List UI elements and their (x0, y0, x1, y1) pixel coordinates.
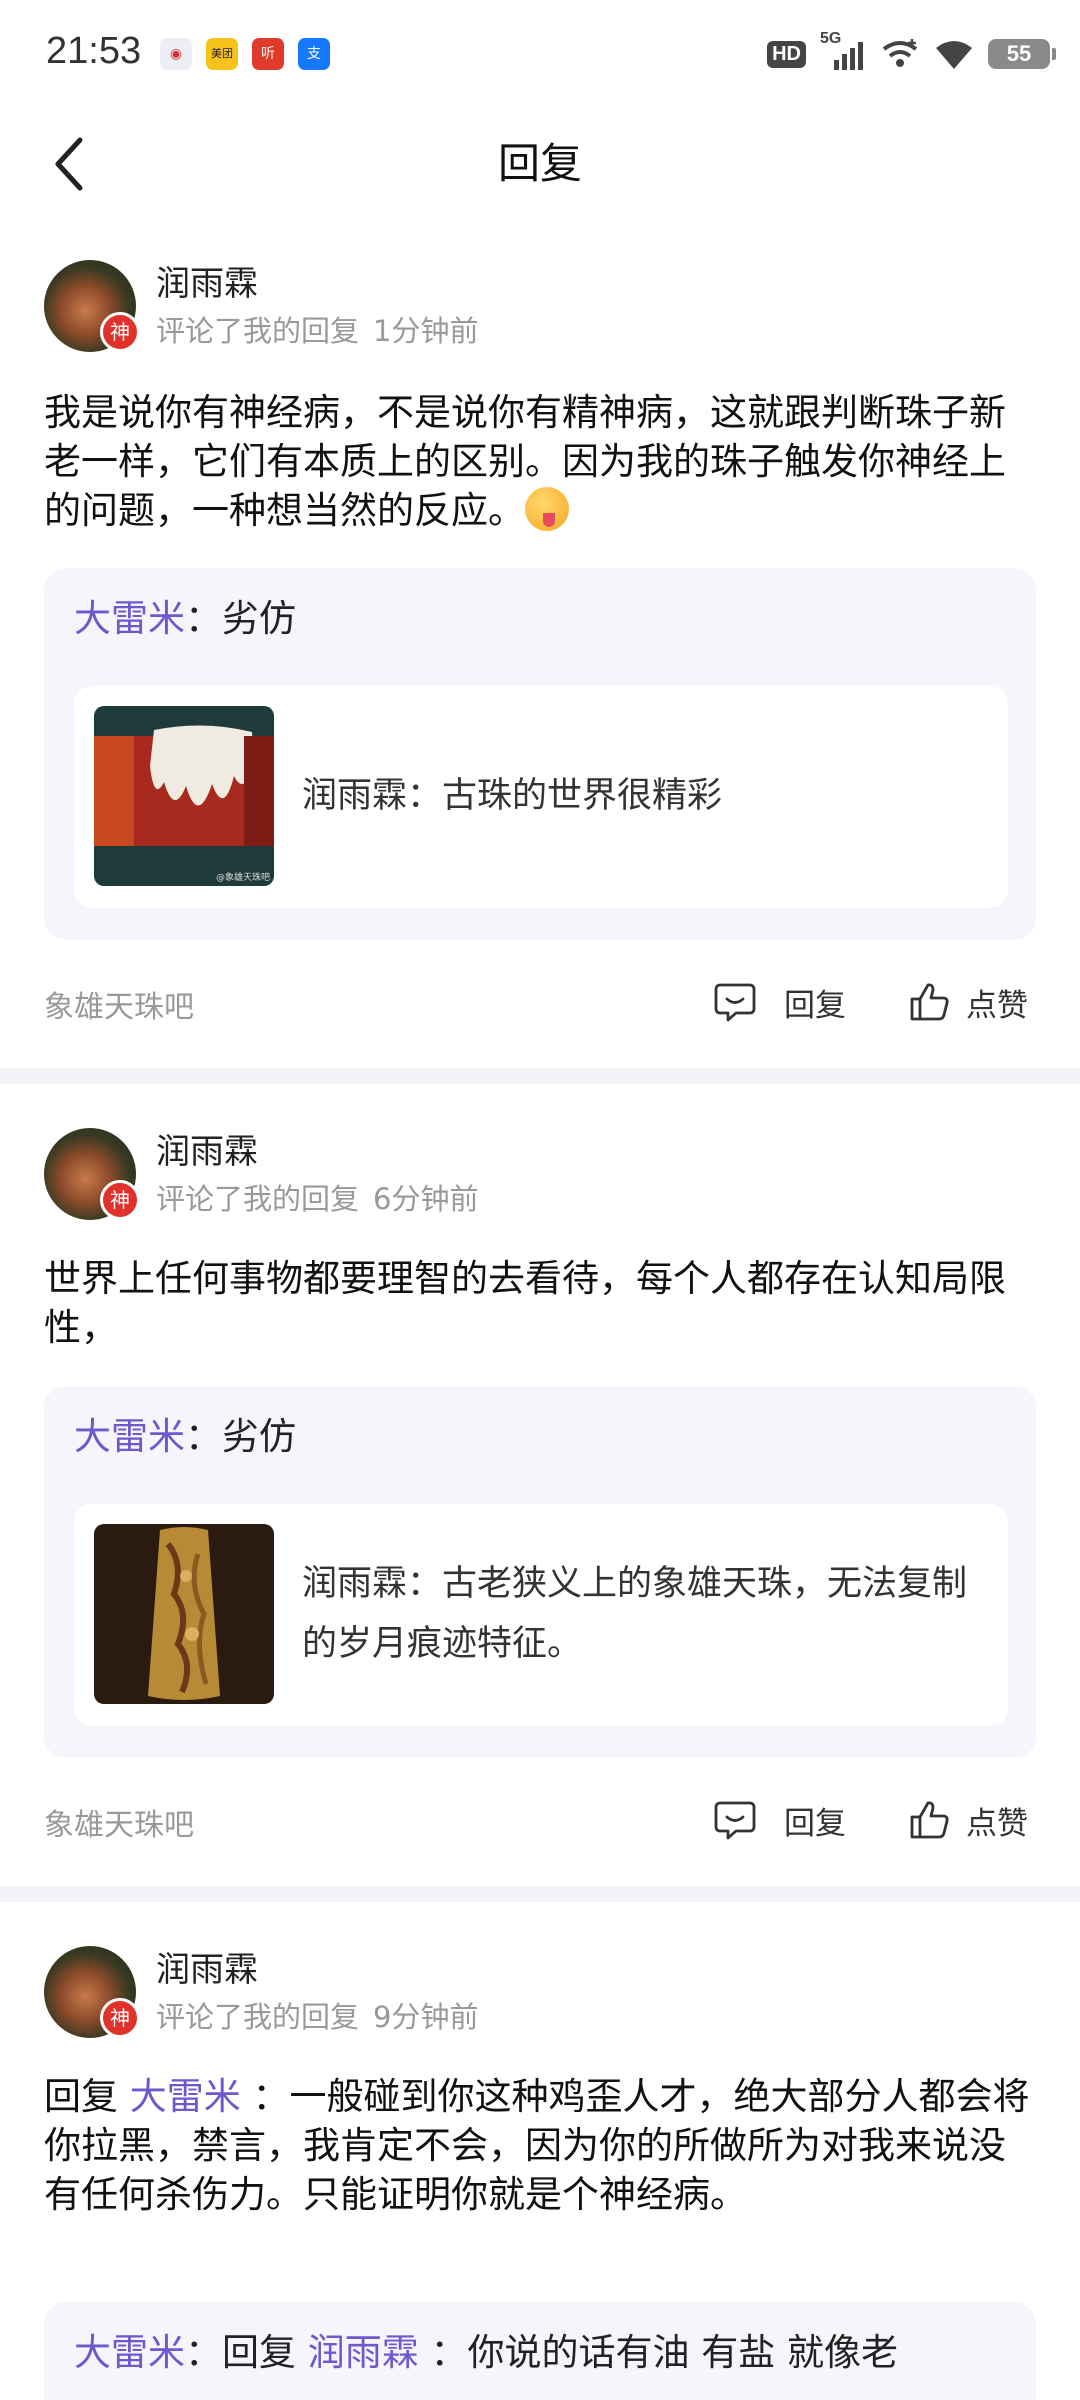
comment-text[interactable]: 我是说你有神经病，不是说你有精神病，这就跟判断珠子新老一样，它们有本质上的区别。… (44, 388, 1034, 535)
card-footer: 象雄天珠吧 回复 点赞 (44, 1790, 1036, 1850)
timestamp: 1分钟前 (373, 314, 479, 348)
comment-icon (714, 1801, 756, 1840)
comment-text[interactable]: 回复 大雷米 ：一般碰到你这种鸡歪人才，绝大部分人都会将你拉黑，禁言，我肯定不会… (44, 2072, 1034, 2219)
comment-text[interactable]: 世界上任何事物都要理智的去看待，每个人都存在认知局限性， (44, 1254, 1034, 1352)
card-divider (0, 1886, 1080, 1902)
quote-head: 大雷米：劣仿 (74, 1406, 296, 1460)
quote-sep: ： (185, 597, 222, 640)
header: 回复 (0, 110, 1080, 230)
quoted-thread[interactable]: 大雷米：回复 润雨霖 ：你说的话有油 有盐 就像老 (44, 2302, 1036, 2400)
timestamp: 9分钟前 (373, 2000, 479, 2034)
god-badge: 神 (100, 1998, 140, 2038)
quote-user-link[interactable]: 大雷米 (74, 597, 185, 640)
card-divider (0, 1068, 1080, 1084)
quoted-post[interactable]: 润雨霖：古老狭义上的象雄天珠，无法复制的岁月痕迹特征。 (74, 1504, 1008, 1726)
username[interactable]: 润雨霖 (156, 256, 258, 305)
alipay-app-icon: 支 (298, 38, 330, 70)
wifi-plus-icon (882, 39, 918, 67)
forum-source[interactable]: 象雄天珠吧 (44, 982, 194, 1026)
like-label: 点赞 (966, 987, 1028, 1024)
battery-icon: 55 (988, 39, 1056, 69)
username[interactable]: 润雨霖 (156, 1942, 258, 1991)
quote-target-link[interactable]: 润雨霖 (308, 2331, 419, 2374)
reply-button[interactable]: 回复 (712, 972, 846, 1032)
timestamp: 6分钟前 (373, 1182, 479, 1216)
status-right: HD 5G 55 (767, 30, 1056, 74)
username[interactable]: 润雨霖 (156, 1124, 258, 1173)
thumbs-up-icon (910, 1801, 949, 1839)
meituan-app-icon: 美团 (206, 38, 238, 70)
bead-thumbnail[interactable] (94, 1524, 274, 1704)
god-badge: 神 (100, 312, 140, 352)
hd-icon: HD (767, 40, 806, 68)
wifi-icon (936, 41, 972, 69)
quoted-post-sep: ： (407, 1564, 443, 1604)
quote-head: 大雷米：劣仿 (74, 588, 296, 642)
quote-sep: ： (185, 2331, 222, 2374)
quote-reply-word: 回复 (222, 2331, 296, 2374)
quote-sep: ： (185, 1415, 222, 1458)
quote-text: ：你说的话有油 有盐 就像老 (430, 2331, 899, 2374)
quoted-post-text: 润雨霖：古珠的世界很精彩 (302, 766, 982, 826)
reply-label: 回复 (784, 987, 846, 1024)
quote-text: 劣仿 (222, 1415, 296, 1458)
quoted-post-text: 润雨霖：古老狭义上的象雄天珠，无法复制的岁月痕迹特征。 (302, 1554, 982, 1674)
quoted-thread[interactable]: 大雷米：劣仿 润雨霖：古老狭义上的象雄天珠，无法复制的岁月痕迹特征。 (44, 1386, 1036, 1758)
status-time: 21:53 (46, 30, 142, 72)
quoted-post-user: 润雨霖 (302, 1564, 408, 1604)
reply-label: 回复 (784, 1805, 846, 1842)
quote-user-link[interactable]: 大雷米 (74, 2331, 185, 2374)
quoted-thread[interactable]: 大雷米：劣仿 @象雄天珠吧 润雨霖：古珠的世界很精彩 (44, 568, 1036, 940)
comment-icon (714, 983, 756, 1022)
bead-thumbnail[interactable]: @象雄天珠吧 (94, 706, 274, 886)
reply-card[interactable]: 神 润雨霖 评论了我的回复 6分钟前 世界上任何事物都要理智的去看待，每个人都存在… (0, 1098, 1080, 1888)
reply-target-link[interactable]: 大雷米 (130, 2075, 241, 2118)
status-bar: 21:53 ◉ 美团 听 支 HD 5G 55 (0, 0, 1080, 110)
quoted-post[interactable]: @象雄天珠吧 润雨霖：古珠的世界很精彩 (74, 686, 1008, 908)
meta: 评论了我的回复 1分钟前 (156, 308, 478, 350)
like-button[interactable]: 点赞 (906, 972, 1028, 1032)
signal-icon: 5G (820, 30, 866, 72)
reply-card[interactable]: 神 润雨霖 评论了我的回复 9分钟前 回复 大雷米 ：一般碰到你这种鸡歪人才，绝大… (0, 1916, 1080, 2400)
quoted-post-body: 古珠的世界很精彩 (442, 776, 723, 816)
action-text: 评论了我的回复 (156, 1182, 360, 1216)
card-footer: 象雄天珠吧 回复 点赞 (44, 972, 1036, 1032)
quote-user-link[interactable]: 大雷米 (74, 1415, 185, 1458)
quote-head: 大雷米：回复 润雨霖 ：你说的话有油 有盐 就像老 (74, 2322, 1014, 2376)
reply-button[interactable]: 回复 (712, 1790, 846, 1850)
yum-emoji-icon (525, 487, 569, 531)
god-badge: 神 (100, 1180, 140, 1220)
quoted-post-sep: ： (407, 776, 443, 816)
hm-app-icon: ◉ (160, 38, 192, 70)
like-label: 点赞 (966, 1805, 1028, 1842)
meta: 评论了我的回复 6分钟前 (156, 1176, 478, 1218)
like-button[interactable]: 点赞 (906, 1790, 1028, 1850)
reply-card[interactable]: 神 润雨霖 评论了我的回复 1分钟前 我是说你有神经病，不是说你有精神病，这就跟判… (0, 230, 1080, 1060)
page-title: 回复 (497, 139, 582, 188)
action-text: 评论了我的回复 (156, 314, 360, 348)
quote-text: 劣仿 (222, 597, 296, 640)
reply-prefix: 回复 (44, 2075, 118, 2118)
thumb-watermark: @象雄天珠吧 (216, 873, 271, 883)
quoted-post-user: 润雨霖 (302, 776, 408, 816)
meta: 评论了我的回复 9分钟前 (156, 1994, 478, 2036)
thumbs-up-icon (910, 983, 949, 1021)
forum-source[interactable]: 象雄天珠吧 (44, 1800, 194, 1844)
tingshu-app-icon: 听 (252, 38, 284, 70)
action-text: 评论了我的回复 (156, 2000, 360, 2034)
